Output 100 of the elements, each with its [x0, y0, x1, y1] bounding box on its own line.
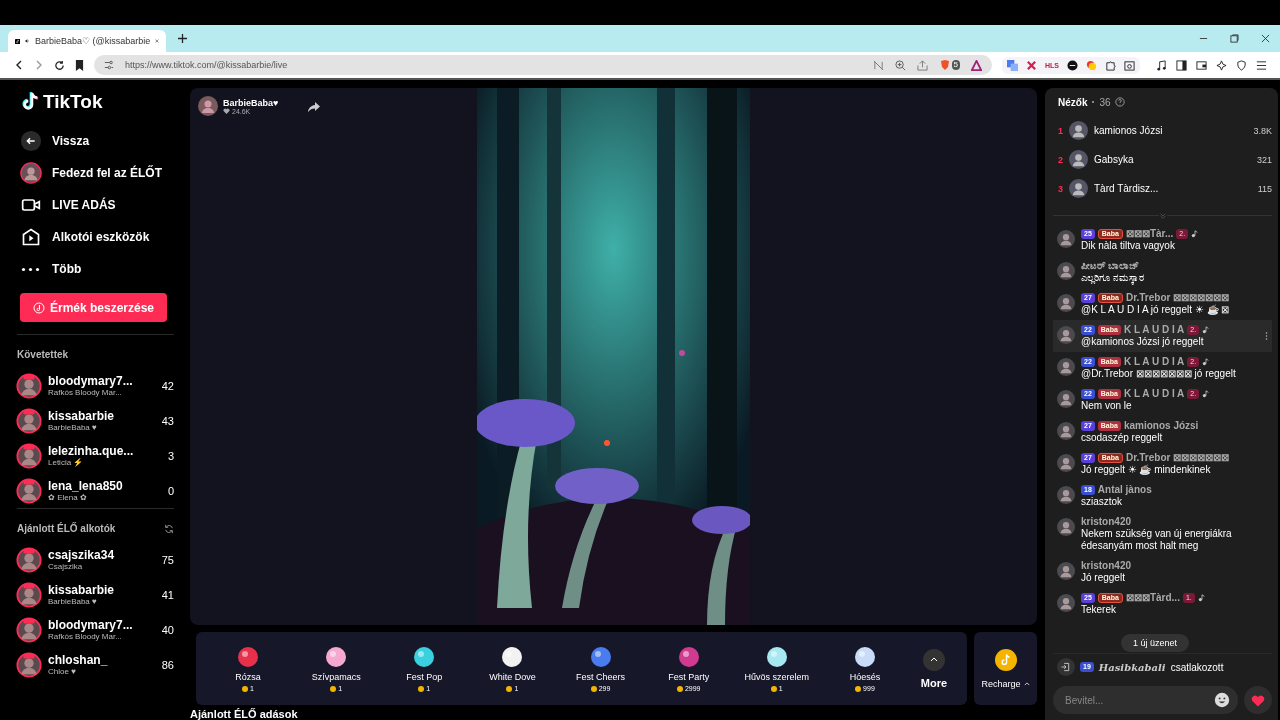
avatar-icon — [1057, 518, 1075, 536]
account-item[interactable]: lelezinha.que... Leticia ⚡ 3 — [16, 438, 174, 473]
nav-item[interactable]: Alkotói eszközök — [20, 221, 174, 253]
message-text: csodaszép reggelt — [1081, 432, 1164, 444]
recharge-button[interactable]: Recharge — [974, 632, 1037, 705]
nav-item[interactable]: LIVE ADÁS — [20, 189, 174, 221]
viewer-count: 0 — [167, 484, 174, 497]
get-coins-button[interactable]: Érmék beszerzése — [20, 293, 167, 322]
rank-number: 1 — [1058, 125, 1063, 136]
shield-icon — [938, 59, 951, 71]
nav-item[interactable]: Vissza — [20, 125, 174, 157]
user-name[interactable]: Dr.Trebor ⊠⊠⊠⊠⊠⊠⊠ — [1125, 452, 1230, 463]
nav-item[interactable]: Fedezd fel az ÉLŐT — [20, 157, 174, 189]
forward-icon[interactable] — [34, 60, 44, 70]
avatar-icon — [1057, 262, 1075, 280]
chat-message[interactable]: ಪೀಟರ್ ಬಾಲಾಜ್ ಎಲ್ಲರಿಗೂ ನಮಸ್ಕಾರ — [1053, 256, 1272, 288]
color-circles-icon[interactable] — [1086, 59, 1097, 71]
sparkle-icon[interactable] — [1216, 59, 1227, 71]
heart-button[interactable] — [1244, 686, 1272, 714]
site-settings-icon[interactable] — [104, 60, 114, 70]
message-text: Nekem szükség van új energiákra édesanyám most halt meg — [1081, 528, 1233, 552]
more-button[interactable]: More — [909, 647, 959, 690]
user-name[interactable]: ⊠⊠⊠Tàr... — [1125, 228, 1174, 239]
user-name[interactable]: kamionos Józsi — [1123, 420, 1199, 431]
bookmark-icon[interactable] — [75, 59, 84, 71]
account-item[interactable]: lena_lena850 ✿ Elena ✿ 0 — [16, 473, 174, 508]
user-name[interactable]: K L A U D I A — [1123, 388, 1185, 399]
nav-item[interactable]: Több — [20, 253, 174, 285]
top-viewer[interactable]: 1 kamionos Józsi 3.8K — [1053, 116, 1272, 145]
user-name[interactable]: Dr.Trebor ⊠⊠⊠⊠⊠⊠⊠ — [1125, 292, 1230, 303]
top-viewer[interactable]: 2 Gabsyka 321 — [1053, 145, 1272, 174]
join-text: csatlakozott — [1170, 661, 1224, 673]
viewer-score: 321 — [1256, 154, 1272, 165]
browser-tab[interactable]: BarbieBaba♡ (@kissabarbie — [8, 30, 166, 52]
music-icon[interactable] — [1156, 59, 1167, 71]
top-viewer[interactable]: 3 Tàrd Tàrdisz... 115 — [1053, 174, 1272, 203]
chat-message[interactable]: kriston420 Nekem szükség van új energiákra édesanyám most halt meg — [1053, 512, 1272, 556]
new-tab-icon[interactable] — [178, 34, 187, 43]
shield-icon[interactable] — [1236, 59, 1247, 71]
avatar-icon — [1069, 121, 1088, 140]
help-icon[interactable] — [1114, 97, 1125, 107]
section-heading: Ajánlott ÉLŐ adások — [190, 708, 299, 720]
user-name[interactable]: ⊠⊠⊠Tàrd... — [1125, 592, 1180, 603]
cross-icon[interactable] — [1026, 59, 1037, 71]
address-field[interactable]: https://www.tiktok.com/@kissabarbie/live 5 — [94, 55, 992, 75]
chat-message[interactable]: kriston420 Jó reggelt — [1053, 556, 1272, 588]
host-name: BarbieBaba♥ — [223, 97, 279, 108]
avatar-icon — [1057, 454, 1075, 472]
refresh-icon[interactable] — [164, 523, 174, 534]
tab-title: BarbieBaba♡ (@kissabarbie — [35, 36, 151, 46]
viewers-title: Nézők — [1058, 96, 1088, 108]
account-item[interactable]: chloshan_ Chloe ♥ 86 — [16, 647, 174, 682]
coin-icon — [32, 301, 45, 314]
account-item[interactable]: bloodymary7... Rafkós Bloody Mar... 40 — [16, 612, 174, 647]
translate-off-icon[interactable] — [872, 59, 884, 71]
account-item[interactable]: kissabarbie BarbieBaba ♥ 41 — [16, 577, 174, 612]
viewer-count: 40 — [161, 623, 174, 636]
account-name: lelezinha.que... — [48, 444, 135, 458]
account-item[interactable]: bloodymary7... Rafkós Bloody Mar... 42 — [16, 368, 174, 403]
circle-icon[interactable] — [1067, 59, 1078, 71]
zoom-icon[interactable] — [894, 59, 906, 71]
avatar-icon — [20, 162, 42, 184]
user-name[interactable]: K L A U D I A — [1123, 324, 1185, 335]
account-nickname: Leticia ⚡ — [48, 458, 85, 467]
user-name[interactable]: kriston420 — [1081, 560, 1132, 571]
sidebar-icon[interactable] — [1176, 59, 1187, 71]
translate-icon[interactable] — [1007, 59, 1018, 71]
account-nickname: Chloe ♥ — [48, 667, 77, 676]
share-icon[interactable] — [308, 101, 320, 113]
more-options-icon[interactable] — [1265, 330, 1268, 341]
user-name[interactable]: kriston420 — [1081, 516, 1132, 527]
user-name[interactable]: ಪೀಟರ್ ಬಾಲಾಜ್ — [1081, 259, 1139, 272]
close-icon[interactable] — [1261, 34, 1270, 43]
restore-icon[interactable] — [1230, 34, 1239, 43]
rank-number: 3 — [1058, 183, 1063, 194]
back-icon[interactable] — [14, 60, 24, 70]
emoji-icon[interactable] — [1214, 692, 1230, 708]
avatar-icon — [1057, 294, 1075, 312]
text-input[interactable]: Bevitel... — [1063, 693, 1214, 707]
wallet-icon[interactable] — [1196, 59, 1207, 71]
account-item[interactable]: csajszika34 Csajszika 75 — [16, 542, 174, 577]
reload-icon[interactable] — [54, 59, 65, 71]
account-nickname: Rafkós Bloody Mar... — [48, 632, 123, 641]
avatar-icon — [198, 96, 218, 116]
message-text: Jó reggelt — [1081, 572, 1126, 584]
avatar-icon — [1069, 179, 1088, 198]
account-item[interactable]: kissabarbie BarbieBaba ♥ 43 — [16, 403, 174, 438]
user-name[interactable]: Hasibkabali — [1098, 661, 1166, 673]
close-icon[interactable] — [155, 37, 159, 45]
menu-icon[interactable] — [1256, 59, 1267, 71]
tiktok-logo[interactable]: TikTok — [22, 88, 174, 116]
viewer-count: 3 — [167, 449, 174, 462]
user-name[interactable]: K L A U D I A — [1123, 356, 1185, 367]
new-messages-button[interactable]: 1 új üzenet — [1121, 634, 1190, 652]
avatar-icon — [1057, 562, 1075, 580]
user-name[interactable]: Antal jànos — [1097, 484, 1152, 495]
comment-field[interactable]: Bevitel... — [1053, 686, 1238, 714]
shield-button[interactable]: 5 — [938, 59, 960, 71]
viewer-name: kamionos Józsi — [1094, 125, 1164, 136]
triangle-icon[interactable] — [971, 59, 982, 71]
